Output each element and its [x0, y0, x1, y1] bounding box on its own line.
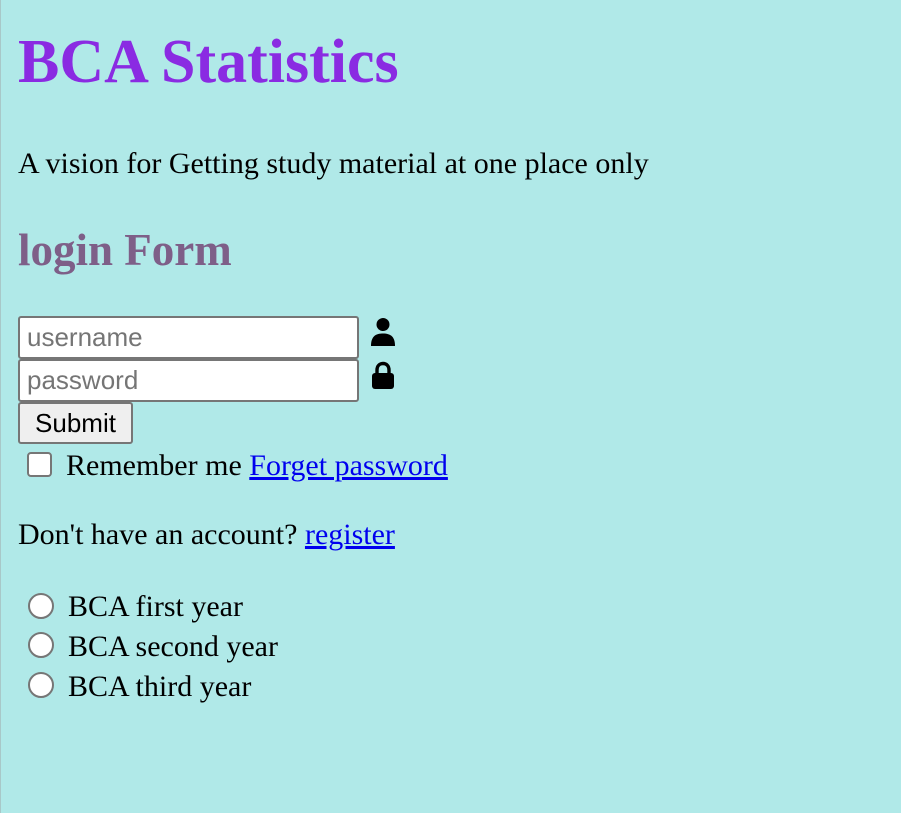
page: BCA Statistics A vision for Getting stud… [0, 0, 901, 813]
year-radio-second[interactable] [28, 632, 54, 658]
tagline: A vision for Getting study material at o… [18, 147, 649, 180]
remember-row: Remember me Forget password [66, 448, 448, 484]
year-radio-third[interactable] [28, 672, 54, 698]
year-radio-first[interactable] [28, 593, 54, 619]
year-option-label: BCA second year [68, 630, 278, 663]
register-prompt: Don't have an account? [18, 518, 298, 551]
year-option-label: BCA third year [68, 670, 252, 703]
username-input[interactable] [18, 316, 359, 359]
password-input[interactable] [18, 359, 359, 402]
remember-me-label: Remember me [66, 449, 242, 482]
register-link[interactable]: register [305, 518, 395, 551]
forgot-password-link[interactable]: Forget password [249, 449, 448, 482]
register-row: Don't have an account? register [18, 517, 395, 553]
lock-icon [372, 361, 394, 389]
remember-me-checkbox[interactable] [27, 452, 52, 477]
year-option-label: BCA first year [68, 590, 243, 623]
user-icon [371, 318, 395, 346]
submit-button[interactable]: Submit [18, 402, 133, 444]
site-title: BCA Statistics [18, 28, 399, 96]
login-form-title: login Form [18, 225, 232, 275]
